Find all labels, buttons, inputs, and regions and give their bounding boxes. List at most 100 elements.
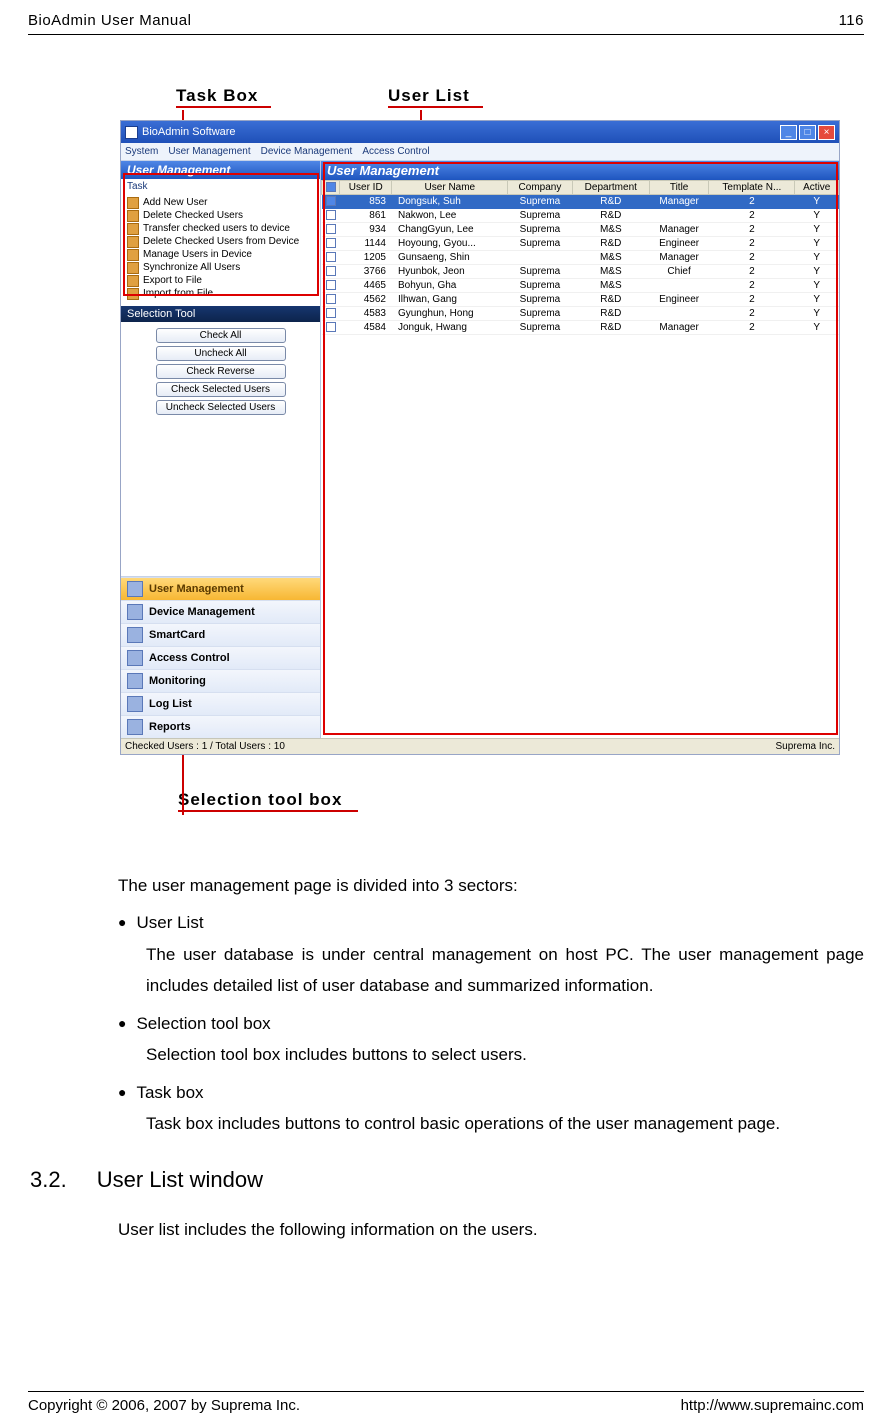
column-header[interactable]: User ID xyxy=(340,181,392,195)
footer-left: Copyright © 2006, 2007 by Suprema Inc. xyxy=(28,1397,300,1414)
table-cell: Suprema xyxy=(508,265,572,279)
table-cell: 1205 xyxy=(340,251,392,265)
user-table: User IDUser NameCompanyDepartmentTitleTe… xyxy=(321,180,839,335)
callout-line xyxy=(178,810,358,812)
maximize-button[interactable]: □ xyxy=(799,125,816,140)
nav-list: User ManagementDevice ManagementSmartCar… xyxy=(121,576,320,738)
row-checkbox[interactable] xyxy=(326,280,336,290)
checkbox-header[interactable] xyxy=(326,182,336,192)
row-checkbox[interactable] xyxy=(326,238,336,248)
footer-right: http://www.supremainc.com xyxy=(681,1397,864,1414)
row-checkbox[interactable] xyxy=(326,266,336,276)
nav-item[interactable]: User Management xyxy=(121,577,320,600)
sidebar: User Management Task Add New UserDelete … xyxy=(121,161,321,738)
table-row[interactable]: 4562Ilhwan, GangSupremaR&DEngineer2Y xyxy=(322,293,839,307)
table-cell xyxy=(322,209,340,223)
table-row[interactable]: 4584Jonguk, HwangSupremaR&DManager2Y xyxy=(322,321,839,335)
table-cell: Engineer xyxy=(649,293,708,307)
nav-item[interactable]: Reports xyxy=(121,715,320,738)
task-item[interactable]: Delete Checked Users xyxy=(125,209,316,222)
row-checkbox[interactable] xyxy=(326,224,336,234)
column-header[interactable]: Department xyxy=(572,181,649,195)
table-row[interactable]: 934ChangGyun, LeeSupremaM&SManager2Y xyxy=(322,223,839,237)
section-body: User list includes the following informa… xyxy=(118,1214,864,1245)
task-item[interactable]: Import from File xyxy=(125,287,316,300)
table-cell: Dongsuk, Suh xyxy=(392,195,508,209)
nav-icon xyxy=(127,581,143,597)
table-row[interactable]: 861Nakwon, LeeSupremaR&D2Y xyxy=(322,209,839,223)
table-cell: Y xyxy=(795,251,839,265)
header-left: BioAdmin User Manual xyxy=(28,12,191,29)
nav-icon xyxy=(127,650,143,666)
column-header[interactable]: Company xyxy=(508,181,572,195)
table-cell: Suprema xyxy=(508,209,572,223)
task-icon xyxy=(127,223,139,235)
task-item[interactable]: Transfer checked users to device xyxy=(125,222,316,235)
section-number: 3.2. xyxy=(30,1160,67,1201)
nav-item[interactable]: Device Management xyxy=(121,600,320,623)
nav-item[interactable]: Monitoring xyxy=(121,669,320,692)
table-row[interactable]: 4583Gyunghun, HongSupremaR&D2Y xyxy=(322,307,839,321)
menu-user-management[interactable]: User Management xyxy=(168,146,250,157)
table-cell: Manager xyxy=(649,321,708,335)
table-cell: Y xyxy=(795,223,839,237)
selection-button[interactable]: Uncheck All xyxy=(156,346,286,361)
menu-access-control[interactable]: Access Control xyxy=(362,146,429,157)
menu-system[interactable]: System xyxy=(125,146,158,157)
table-cell: Suprema xyxy=(508,321,572,335)
column-header[interactable]: Title xyxy=(649,181,708,195)
column-header[interactable]: User Name xyxy=(392,181,508,195)
column-header[interactable] xyxy=(322,181,340,195)
selection-button[interactable]: Check Selected Users xyxy=(156,382,286,397)
table-cell: M&S xyxy=(572,279,649,293)
selection-button[interactable]: Check Reverse xyxy=(156,364,286,379)
table-cell xyxy=(322,223,340,237)
table-row[interactable]: 4465Bohyun, GhaSupremaM&S2Y xyxy=(322,279,839,293)
nav-item[interactable]: Log List xyxy=(121,692,320,715)
task-item[interactable]: Manage Users in Device xyxy=(125,248,316,261)
table-cell: Suprema xyxy=(508,195,572,209)
table-row[interactable]: 1205Gunsaeng, ShinM&SManager2Y xyxy=(322,251,839,265)
table-cell: 2 xyxy=(709,307,795,321)
row-checkbox[interactable] xyxy=(326,294,336,304)
task-item[interactable]: Add New User xyxy=(125,196,316,209)
nav-item[interactable]: SmartCard xyxy=(121,623,320,646)
row-checkbox[interactable] xyxy=(326,210,336,220)
callout-seltool: Selection tool box xyxy=(178,790,342,810)
app-icon xyxy=(125,126,138,139)
table-cell: 2 xyxy=(709,209,795,223)
table-cell: 4583 xyxy=(340,307,392,321)
bullet3-title: Task box xyxy=(136,1077,203,1108)
titlebar: BioAdmin Software _ □ × xyxy=(121,121,839,143)
table-row[interactable]: 3766Hyunbok, JeonSupremaM&SChief2Y xyxy=(322,265,839,279)
table-cell: 2 xyxy=(709,293,795,307)
page-footer: Copyright © 2006, 2007 by Suprema Inc. h… xyxy=(28,1397,864,1414)
nav-icon xyxy=(127,627,143,643)
close-button[interactable]: × xyxy=(818,125,835,140)
task-item[interactable]: Export to File xyxy=(125,274,316,287)
table-cell: 2 xyxy=(709,321,795,335)
menu-device-management[interactable]: Device Management xyxy=(261,146,353,157)
column-header[interactable]: Active xyxy=(795,181,839,195)
task-item[interactable]: Delete Checked Users from Device xyxy=(125,235,316,248)
row-checkbox[interactable] xyxy=(326,196,336,206)
table-cell: 934 xyxy=(340,223,392,237)
minimize-button[interactable]: _ xyxy=(780,125,797,140)
table-row[interactable]: 1144Hoyoung, Gyou...SupremaR&DEngineer2Y xyxy=(322,237,839,251)
column-header[interactable]: Template N... xyxy=(709,181,795,195)
table-row[interactable]: 853Dongsuk, SuhSupremaR&DManager2Y xyxy=(322,195,839,209)
row-checkbox[interactable] xyxy=(326,252,336,262)
table-cell xyxy=(508,251,572,265)
status-left: Checked Users : 1 / Total Users : 10 xyxy=(125,741,285,752)
table-cell: 2 xyxy=(709,223,795,237)
table-cell: 2 xyxy=(709,237,795,251)
footer-rule xyxy=(28,1391,864,1392)
row-checkbox[interactable] xyxy=(326,322,336,332)
table-cell: Suprema xyxy=(508,237,572,251)
row-checkbox[interactable] xyxy=(326,308,336,318)
selection-button[interactable]: Check All xyxy=(156,328,286,343)
nav-item[interactable]: Access Control xyxy=(121,646,320,669)
table-cell xyxy=(322,293,340,307)
task-item[interactable]: Synchronize All Users xyxy=(125,261,316,274)
selection-button[interactable]: Uncheck Selected Users xyxy=(156,400,286,415)
